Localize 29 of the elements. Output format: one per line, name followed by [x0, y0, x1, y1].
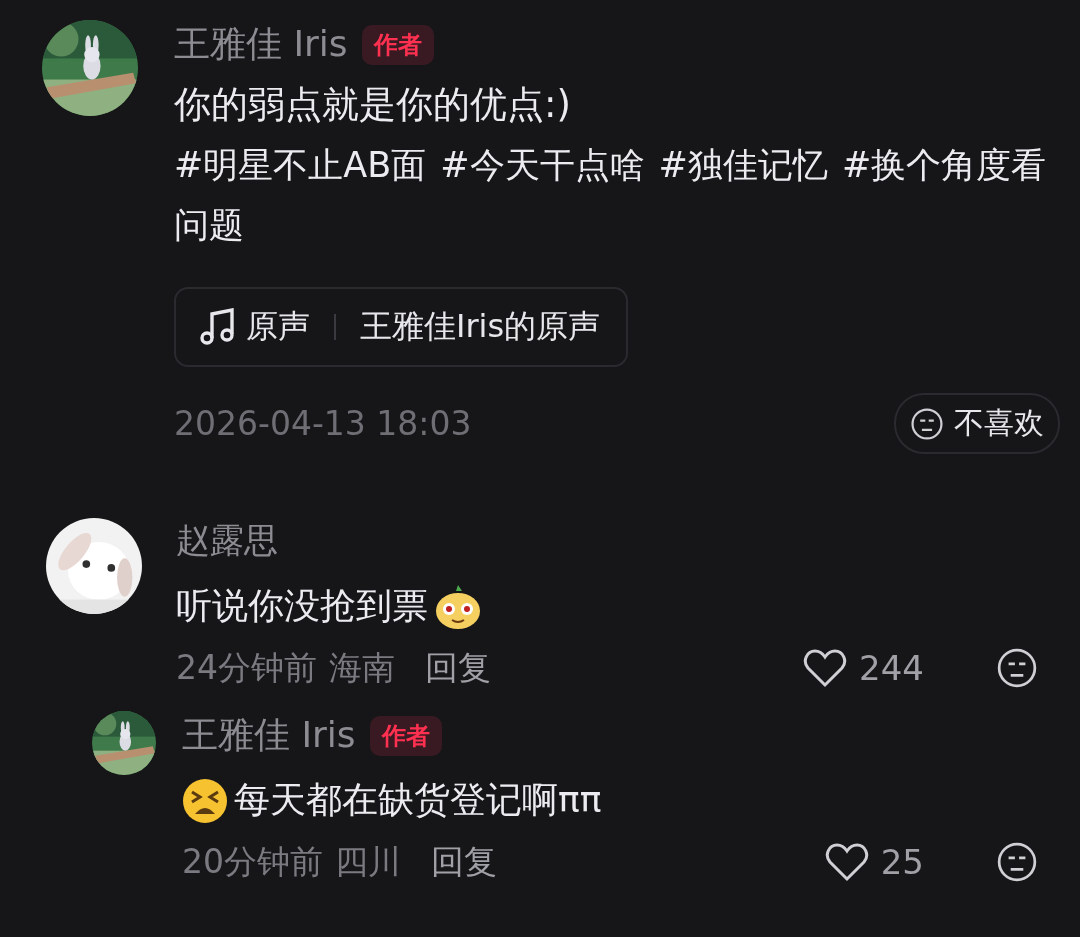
like-count: 244	[859, 648, 924, 688]
author-name[interactable]: 王雅佳 Iris	[174, 20, 348, 69]
dislike-icon	[910, 406, 944, 441]
comment-time: 20分钟前	[182, 840, 323, 883]
post-text: 你的弱点就是你的优点:)	[174, 82, 572, 128]
dislike-icon[interactable]	[996, 647, 1038, 689]
tired-face-icon	[182, 777, 228, 824]
hashtags-text[interactable]: #明星不止AB面 #今天干点啥 #独佳记忆 #换个角度看问题	[174, 135, 1060, 255]
music-note-icon	[200, 308, 236, 346]
like-count: 25	[880, 842, 924, 882]
music-chip[interactable]: 原声 王雅佳Iris的原声	[174, 287, 629, 367]
post-date: 2026-04-13 18:03	[174, 404, 472, 443]
heart-icon[interactable]	[824, 842, 869, 882]
heart-icon[interactable]	[803, 648, 848, 688]
author-badge: 作者	[369, 715, 442, 756]
music-label: 原声	[246, 306, 310, 347]
comment-time: 24分钟前	[176, 646, 317, 689]
comment-location: 海南	[329, 646, 395, 689]
author-badge: 作者	[361, 24, 434, 65]
commenter-name[interactable]: 王雅佳 Iris	[182, 711, 356, 760]
music-title: 王雅佳Iris的原声	[360, 306, 601, 347]
comment-location: 四川	[335, 840, 401, 883]
reply-button[interactable]: 回复	[431, 839, 497, 885]
comment-text: 每天都在缺货登记啊ππ	[234, 778, 602, 822]
dislike-icon[interactable]	[996, 841, 1038, 883]
reply-button[interactable]: 回复	[425, 645, 491, 691]
commenter-name[interactable]: 赵露思	[176, 518, 278, 564]
comment-text: 听说你没抢到票	[176, 584, 428, 628]
dislike-button[interactable]: 不喜欢	[894, 393, 1060, 454]
